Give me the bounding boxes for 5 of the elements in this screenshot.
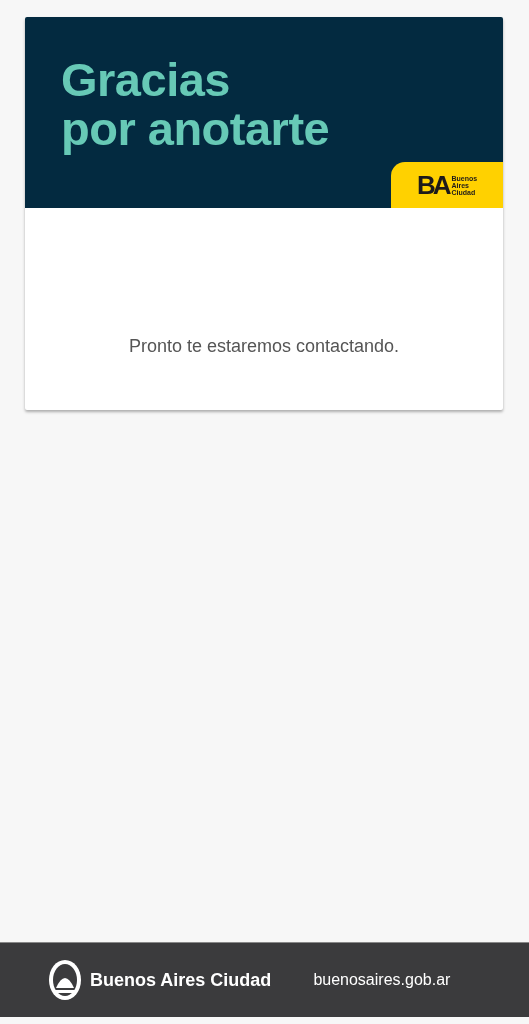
crest-icon (47, 958, 83, 1002)
brand-name: Buenos Aires Ciudad (90, 968, 272, 992)
message-text: Pronto te estaremos contactando. (128, 335, 400, 358)
thank-you-heading: Gracias por anotarte (61, 55, 331, 153)
website-link[interactable]: buenosaires.gob.ar (313, 968, 451, 992)
